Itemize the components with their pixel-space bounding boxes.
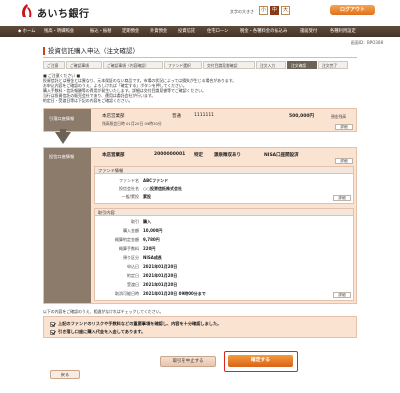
notice-line: 約定日・受渡日等は下記の内容をご確認ください。 [43,98,133,103]
flow-arrow-icon [55,132,71,144]
font-size-large-button[interactable]: 大 [281,6,290,15]
site-header: あいち銀行 文字の大きさ 小 中 大 ログアウト [0,0,400,28]
nav-item-home[interactable]: ◆ ホーム [18,26,35,37]
bank-logo-icon [22,4,32,17]
confirm-note: 以下の内容をご確認のうえ、相違がなければチェックしてください。 [43,309,164,314]
risk-confirm-label: 上記のファンドのリスクや手数料などの重要事項を確認し、内容を十分確認しました。 [58,321,222,326]
page-title: 投資信託購入申込（注文確認） [43,47,139,55]
investment-branch: 本店営業部 [102,153,125,158]
fund-info-panel: ファンド情報 ファンド名 ABCファンド 投信会社名 ○○投資信託株式会社 一般… [94,166,354,204]
nav-item-balance[interactable]: 残高・明細照会 [44,26,74,37]
logout-button[interactable]: ログアウト [330,5,375,15]
trade-value: 購入 [143,219,151,224]
notice-text: ■ ご注意ください ■ 投資信託とは預金とは異なり、元本保証のない商品です。市場… [43,73,357,103]
confirmation-checks: 上記のファンドのリスクや手数料などの重要事項を確認し、内容を十分確認しました。 … [43,316,357,338]
step-order-confirm: 注文確認 [287,61,317,69]
estimated-fee-key: 概算手数料 [119,246,139,251]
confirm-submit-button[interactable]: 確定する [228,355,293,367]
estimated-fee-value: 220円 [143,246,156,251]
font-size-label: 文字の大きさ [230,9,254,14]
apply-date-value: 2021年01月20日 [143,264,178,269]
investment-account-label: 投信口座情報 [44,148,91,303]
fund-type-value: 累投 [143,194,151,199]
withdrawal-account-number: 1111111 [194,113,215,118]
cancel-deadline-key: 取消可能日時 [115,291,139,296]
trade-date-value: 2021年01月20日 [143,273,178,278]
withdrawal-balance-note: 預金残高 [331,114,347,119]
nav-item-notifications[interactable]: 諸届受付 [300,26,317,37]
font-size-small-button[interactable]: 小 [259,6,268,15]
investment-detail-button[interactable]: 詳細 [335,158,353,164]
step-confirm-items: ご確認事項 [66,61,102,69]
withdrawal-account-label: 引落口座情報 [44,109,91,131]
delivery-date-key: 受渡日 [127,282,139,287]
withdrawal-detail-button[interactable]: 詳細 [335,124,353,130]
fund-name-value: ABCファンド [143,178,169,183]
submit-highlight: 確定する [224,351,298,372]
step-order-complete: 注文完了 [318,61,348,69]
trade-panel: 取引内容 取引 購入 購入金額 10,000円 概算約定金額 9,780円 概算… [94,208,354,301]
custody-type-key: 預り区分 [123,255,139,260]
step-notice: ご注意 [43,61,65,69]
apply-date-key: 申込日 [127,264,139,269]
investment-tokutei: 特定 [194,153,203,158]
step-confirm-items-detail: ご確認事項（内容確認） [103,61,163,69]
funds-confirm-row[interactable]: 引き落し口座に購入代金を入金してあります。 [50,329,145,335]
delivery-date-value: 2021年01月20日 [143,282,178,287]
risk-confirm-checkbox[interactable] [50,321,55,327]
nav-item-time-deposit[interactable]: 定期預金 [122,26,139,37]
nav-item-foreign-deposit[interactable]: 外貨預金 [150,26,167,37]
nav-label: ホーム [22,29,36,34]
custody-type-value: NISA成長 [143,255,162,260]
cancel-deadline-value: 2021年01月20日 09時00分まで [143,291,206,296]
trade-detail-button[interactable]: 詳細 [333,292,351,298]
fund-company-key: 投信会社名 [119,186,139,191]
estimated-amount-value: 9,780円 [143,237,160,242]
investment-withholding: 源泉徴収あり [214,153,241,158]
investment-account-block: 投信口座情報 本店営業部 2000000001 特定 源泉徴収あり NISA口座… [43,147,357,304]
investment-nisa-status: NISA口座開設済 [264,153,299,158]
step-fund-select: ファンド選択 [164,61,202,69]
main-nav: ◆ ホーム 残高・明細照会 振込・振替 定期預金 外貨預金 投資信託 住宅ローン… [0,26,400,37]
fund-name-key: ファンド名 [119,178,139,183]
bank-name[interactable]: あいち銀行 [37,5,90,20]
title-divider [43,57,357,58]
withdrawal-account-type: 普通 [172,114,181,119]
step-order-input: 注文入力 [256,61,286,69]
trade-date-key: 約定日 [127,273,139,278]
nav-item-investment-trust[interactable]: 投資信託 [178,26,195,37]
withdrawal-balance: 500,000円 [289,114,314,119]
back-button[interactable]: 戻る [50,370,80,379]
funds-confirm-checkbox[interactable] [50,329,55,335]
screen-id: 画面ID：BPO308 [350,40,383,45]
nav-item-tax-payment[interactable]: 税金・各種料金の払込み [240,26,287,37]
cancel-transaction-button[interactable]: 取引を中止する [160,356,216,367]
font-size-medium-button[interactable]: 中 [270,6,279,15]
progress-steps: ご注意 ご確認事項 ご確認事項（内容確認） ファンド選択 交付目論見書確認 注文… [43,61,357,69]
estimated-amount-key: 概算約定金額 [115,237,139,242]
withdrawal-branch: 本店営業部 [102,114,125,119]
step-prospectus: 交付目論見書確認 [203,61,255,69]
purchase-amount-value: 10,000円 [143,228,163,233]
purchase-amount-key: 購入金額 [123,228,139,233]
fund-info-heading: ファンド情報 [95,167,353,174]
trade-key: 取引 [131,219,139,224]
investment-account-number: 2000000001 [154,152,186,157]
nav-item-housing-loan[interactable]: 住宅ローン [207,26,228,37]
investment-account-head: 本店営業部 2000000001 特定 源泉徴収あり NISA口座開設済 [94,151,354,161]
funds-confirm-label: 引き落し口座に購入代金を入金してあります。 [58,329,146,334]
fund-company-value: ○○投資信託株式会社 [143,186,182,191]
risk-confirm-row[interactable]: 上記のファンドのリスクや手数料などの重要事項を確認し、内容を十分確認しました。 [50,321,221,327]
nav-item-transfer[interactable]: 振込・振替 [90,26,111,37]
nav-item-settings[interactable]: 各種利用設定 [330,26,356,37]
fund-detail-button[interactable]: 詳細 [333,195,351,201]
fund-type-key: 一般/累投 [121,194,139,199]
withdrawal-balance-time: 残高照会日時 01月20日 09時30分 [102,121,162,126]
withdrawal-account-row: 引落口座情報 本店営業部 普通 1111111 500,000円 預金残高 残高… [43,108,357,132]
trade-heading: 取引内容 [95,209,353,216]
